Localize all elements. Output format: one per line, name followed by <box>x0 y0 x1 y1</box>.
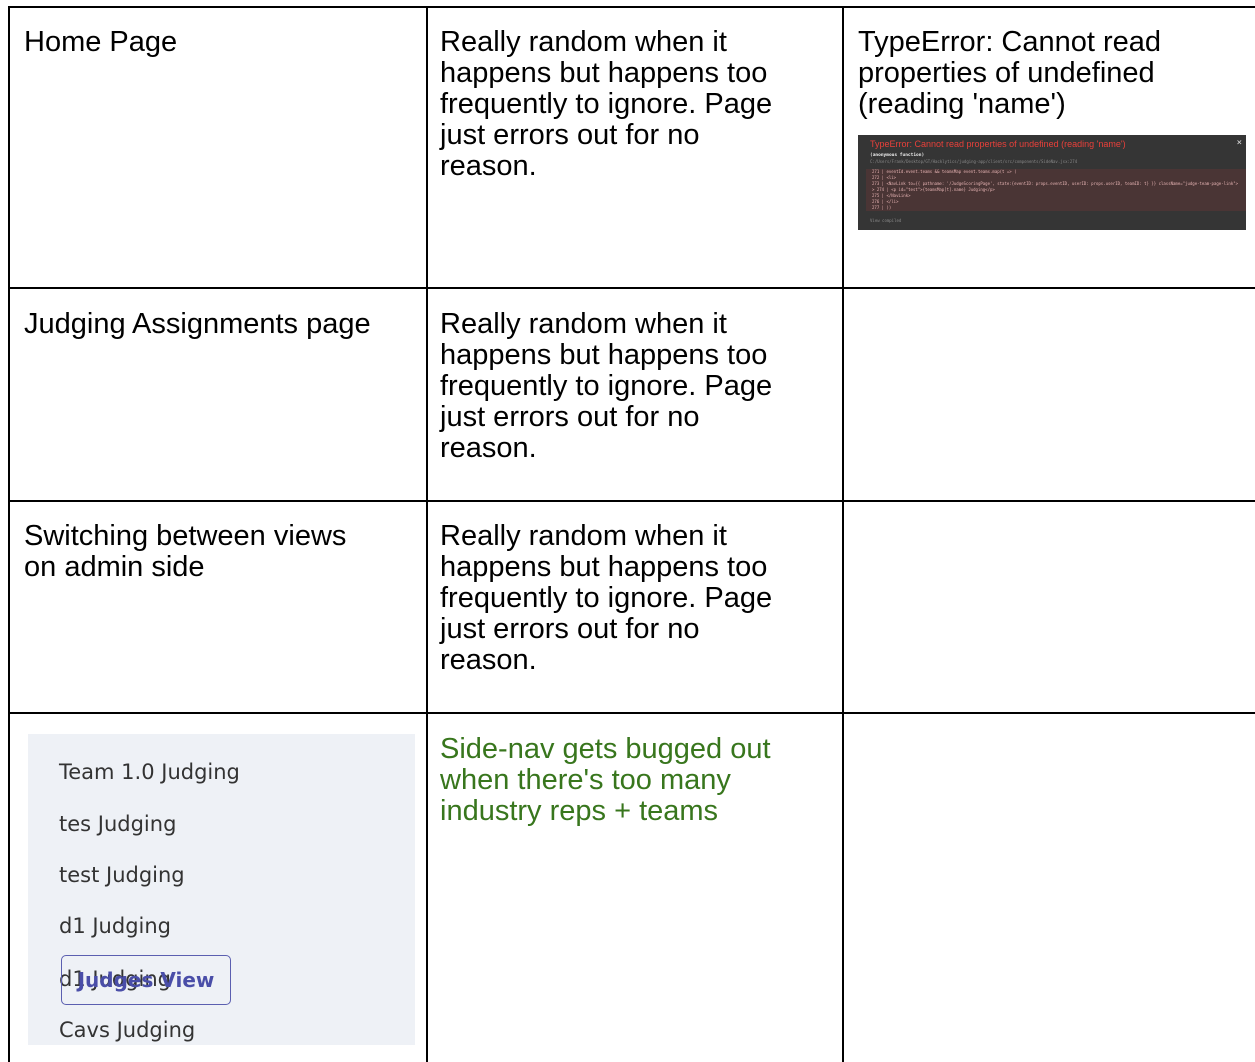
text-line: Home Page <box>24 26 178 58</box>
text-line: just errors out for no <box>440 613 700 645</box>
text-line: industry reps + teams <box>440 795 719 827</box>
error-file-path: C:/Users/Frank/Desktop/GT/Hacklytics/jud… <box>870 159 1078 164</box>
error-overlay-screenshot: TypeError: Cannot read properties of und… <box>858 135 1246 230</box>
table-border-left <box>8 6 10 1062</box>
row1-location: Home Page <box>24 27 177 58</box>
text-line: reason. <box>440 644 537 676</box>
text-line: TypeError: Cannot read <box>858 26 1162 58</box>
text-line: Really random when it <box>440 520 727 552</box>
text-line: reason. <box>440 150 537 182</box>
text-line: Really random when it <box>440 308 727 340</box>
close-icon: × <box>1236 138 1242 148</box>
code-line: 277 | )) <box>872 205 892 210</box>
table-border-top <box>8 6 1255 8</box>
error-footer: View compiled <box>870 218 902 223</box>
table-column-divider-2 <box>842 6 844 1062</box>
row2-location: Judging Assignments page <box>24 309 371 340</box>
row3-description: Really random when it happens but happen… <box>440 521 772 676</box>
text-line: reason. <box>440 432 537 464</box>
text-line: (reading 'name') <box>858 88 1066 120</box>
sidenav-item: test Judging <box>59 863 185 887</box>
judges-view-button[interactable]: Judges View <box>61 955 231 1005</box>
text-line: happens but happens too <box>440 339 768 371</box>
text-line: when there's too many <box>440 764 731 796</box>
row1-description: Really random when it happens but happen… <box>440 27 772 182</box>
sidenav-item: Cavs Judging <box>59 1018 196 1042</box>
text-line: just errors out for no <box>440 401 700 433</box>
text-line: happens but happens too <box>440 57 768 89</box>
text-line: frequently to ignore. Page <box>440 370 773 402</box>
row2-description: Really random when it happens but happen… <box>440 309 772 464</box>
text-line: frequently to ignore. Page <box>440 88 773 120</box>
text-line: just errors out for no <box>440 119 700 151</box>
sidenav-screenshot: Team 1.0 Judging tes Judging test Judgin… <box>28 734 415 1045</box>
sidenav-item: tes Judging <box>59 812 177 836</box>
text-line: Really random when it <box>440 26 727 58</box>
text-line: properties of undefined <box>858 57 1155 89</box>
table-row-divider-3 <box>8 712 1255 714</box>
table-column-divider-1 <box>426 6 428 1062</box>
error-function-label: (anonymous function) <box>870 153 925 158</box>
text-line: Switching between views <box>24 520 347 552</box>
error-title: TypeError: Cannot read properties of und… <box>870 139 1126 149</box>
text-line: Judging Assignments page <box>24 308 371 340</box>
text-line: frequently to ignore. Page <box>440 582 773 614</box>
sidenav-item: d1 Judging <box>59 914 172 938</box>
text-line: Side-nav gets bugged out <box>440 733 771 765</box>
text-line: happens but happens too <box>440 551 768 583</box>
row3-location: Switching between views on admin side <box>24 521 346 583</box>
sidenav-item: Team 1.0 Judging <box>59 760 240 784</box>
table-row-divider-1 <box>8 287 1255 289</box>
table-row-divider-2 <box>8 500 1255 502</box>
row4-description: Side-nav gets bugged out when there's to… <box>440 734 771 827</box>
row1-error-message: TypeError: Cannot read properties of und… <box>858 27 1161 120</box>
text-line: on admin side <box>24 551 205 583</box>
error-code-frame: 271 | eventId.event.teams && teamsMap ev… <box>866 169 1246 211</box>
